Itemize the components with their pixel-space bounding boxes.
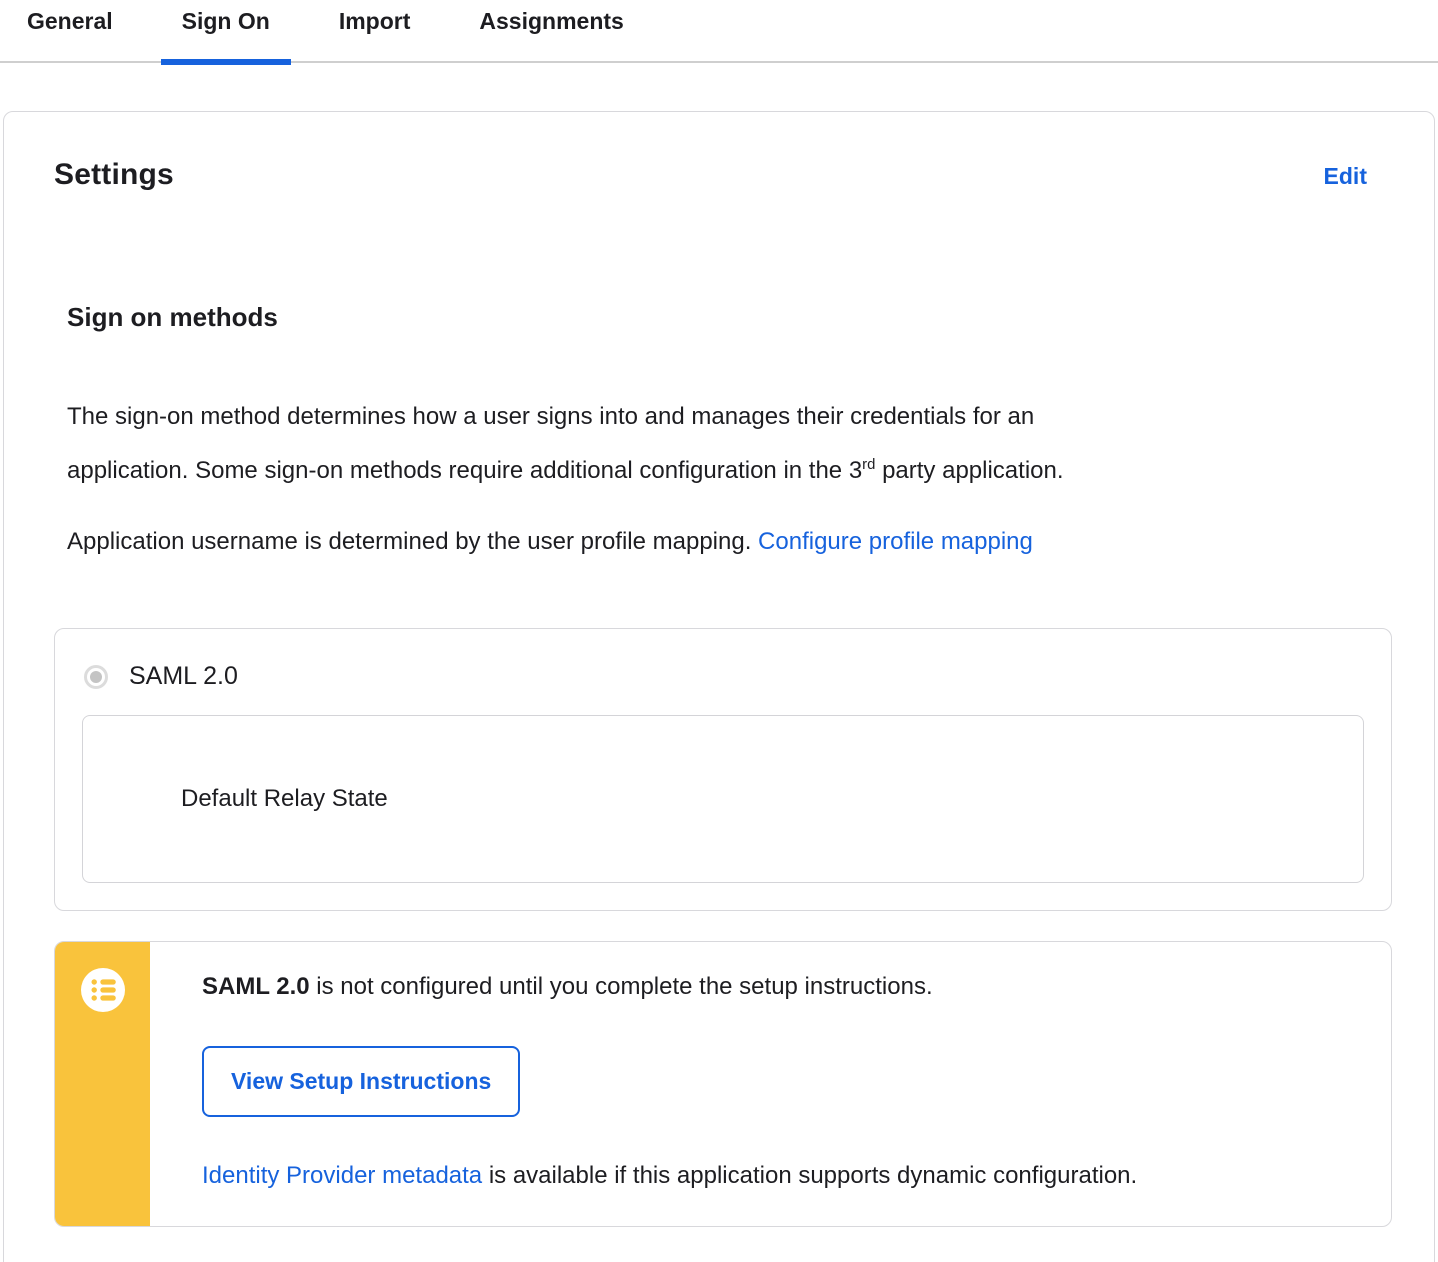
settings-card: Settings Edit Sign on methods The sign-o… bbox=[3, 111, 1435, 1262]
metadata-text: is available if this application support… bbox=[482, 1162, 1138, 1189]
configure-profile-mapping-link[interactable]: Configure profile mapping bbox=[758, 528, 1033, 555]
username-mapping-line: Application username is determined by th… bbox=[67, 517, 1379, 566]
page-title: Settings bbox=[54, 158, 174, 191]
metadata-line: Identity Provider metadata is available … bbox=[202, 1161, 1351, 1191]
identity-provider-metadata-link[interactable]: Identity Provider metadata bbox=[202, 1162, 482, 1189]
saml-radio[interactable] bbox=[84, 664, 108, 689]
tab-general[interactable]: General bbox=[6, 0, 134, 63]
default-relay-state-box: Default Relay State bbox=[82, 715, 1364, 883]
callout-message-text: is not configured until you complete the… bbox=[309, 973, 933, 1000]
sign-on-methods-heading: Sign on methods bbox=[67, 302, 278, 332]
setup-callout: SAML 2.0 is not configured until you com… bbox=[54, 941, 1392, 1227]
description-line-1: The sign-on method determines how a user… bbox=[67, 403, 1035, 430]
callout-accent-band bbox=[55, 942, 150, 1226]
saml-method-box: SAML 2.0 Default Relay State bbox=[54, 628, 1392, 911]
callout-message-strong: SAML 2.0 bbox=[202, 973, 310, 1000]
saml-radio-dot bbox=[90, 670, 102, 683]
settings-header: Settings Edit bbox=[54, 156, 1392, 194]
sign-on-description: The sign-on method determines how a user… bbox=[67, 392, 1357, 495]
view-setup-instructions-button[interactable]: View Setup Instructions bbox=[202, 1046, 521, 1117]
tab-sign-on[interactable]: Sign On bbox=[160, 0, 292, 65]
edit-link[interactable]: Edit bbox=[1324, 163, 1367, 190]
tab-bar: General Sign On Import Assignments bbox=[0, 0, 1438, 65]
list-icon bbox=[80, 968, 125, 1012]
tab-assignments[interactable]: Assignments bbox=[458, 0, 644, 63]
callout-body: SAML 2.0 is not configured until you com… bbox=[150, 942, 1391, 1226]
callout-message: SAML 2.0 is not configured until you com… bbox=[202, 972, 1351, 1002]
superscript-rd: rd bbox=[862, 457, 876, 473]
saml-radio-row: SAML 2.0 bbox=[82, 662, 1364, 691]
tab-import[interactable]: Import bbox=[318, 0, 432, 63]
description-line-2: application. Some sign-on methods requir… bbox=[67, 457, 1064, 484]
saml-radio-label: SAML 2.0 bbox=[129, 662, 238, 690]
username-mapping-text: Application username is determined by th… bbox=[67, 528, 759, 555]
default-relay-state-label: Default Relay State bbox=[181, 785, 388, 812]
